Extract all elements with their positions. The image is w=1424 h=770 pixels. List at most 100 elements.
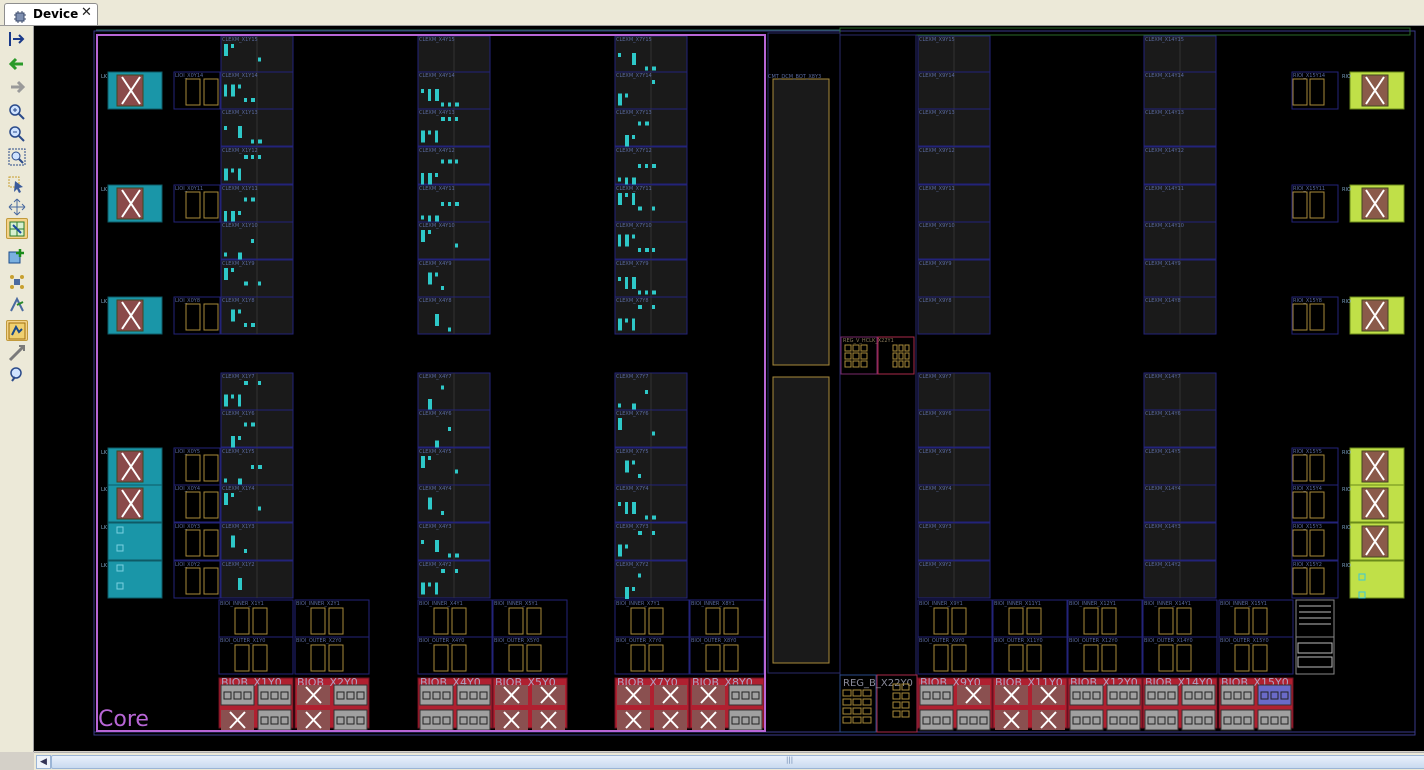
used-slice-cell xyxy=(638,121,641,126)
used-slice-cell xyxy=(258,57,261,62)
clb-tile: CLEXM_X7Y9 xyxy=(614,259,688,298)
clb-tile: CLEXM_X4Y3 xyxy=(417,522,491,561)
used-slice-cell xyxy=(618,502,621,506)
biob-site xyxy=(456,684,491,706)
clb-tile: CLEXM_X1Y13 xyxy=(220,108,294,147)
used-slice-cell xyxy=(421,582,425,595)
clb-tile: CLEXM_X14Y6 xyxy=(1143,409,1217,448)
bioi-inner: BIOI_INNER_X1Y1 xyxy=(218,599,294,638)
autofit-selection-button[interactable] xyxy=(6,28,28,49)
bioi-inner-label: BIOI_INNER_X4Y1 xyxy=(419,601,463,607)
biob-tile: BIOB_X15Y0 xyxy=(1218,676,1294,731)
scrollbar-thumb[interactable] xyxy=(51,755,1424,769)
bioi-outer-logic xyxy=(1252,644,1268,672)
biob-tile: BIOB_X4Y0 xyxy=(417,676,493,731)
next-view-button[interactable] xyxy=(6,76,28,97)
hclk-cell xyxy=(860,360,868,368)
used-slice-cell xyxy=(625,193,628,197)
iob-label: RIO xyxy=(1342,187,1351,193)
used-slice-cell xyxy=(652,290,656,295)
scroll-left-icon[interactable]: ◀ xyxy=(36,755,51,769)
hclk-cell xyxy=(852,352,860,360)
biob-site xyxy=(1181,709,1216,731)
clb-tile: CLEXM_X7Y7 xyxy=(614,372,688,416)
clb-tile: CLEXM_X9Y13 xyxy=(917,108,991,147)
bioi-inner-logic xyxy=(310,607,326,635)
used-slice-cell xyxy=(618,418,622,430)
used-slice-cell xyxy=(441,202,444,206)
ioi-logic xyxy=(1292,191,1308,219)
used-slice-cell xyxy=(224,211,227,223)
previous-view-button[interactable] xyxy=(6,53,28,74)
bioi-edge-box xyxy=(1297,656,1333,668)
biob-site xyxy=(1069,709,1104,731)
clb-tile-label: CLEXM_X14Y12 xyxy=(1145,148,1184,154)
used-slice-cell xyxy=(435,173,438,177)
clb-tile: CLEXM_X1Y14 xyxy=(220,71,294,110)
pan-mode-button[interactable] xyxy=(6,196,28,217)
used-slice-cell xyxy=(638,531,642,535)
used-slice-cell xyxy=(428,582,431,587)
bioi-inner-logic xyxy=(648,607,664,635)
bioi-inner-label: BIOI_INNER_X2Y1 xyxy=(296,601,340,607)
clb-tile: CLEXM_X7Y13 xyxy=(614,108,688,147)
used-slice-cell xyxy=(441,569,445,573)
clb-tile-label: CLEXM_X7Y11 xyxy=(616,186,652,192)
clb-tile: CLEXM_X4Y5 xyxy=(417,447,491,486)
close-icon[interactable]: ✕ xyxy=(81,5,92,20)
clb-tile-label: CLEXM_X9Y3 xyxy=(919,524,952,530)
tab-device[interactable]: Device ✕ xyxy=(4,3,98,25)
bioi-outer-logic xyxy=(328,644,344,672)
show-io-button[interactable] xyxy=(6,320,28,341)
device-bottom-edge xyxy=(93,731,1416,736)
ioi-logic xyxy=(185,78,201,106)
clb-column: CLEXM_X14Y15 CLEXM_X14Y14 CLEXM_X14Y13 CLEX… xyxy=(1143,35,1217,599)
used-slice-cell xyxy=(231,268,234,272)
add-pblock-button[interactable] xyxy=(6,246,28,267)
search-device-button[interactable] xyxy=(6,364,28,385)
bioi-outer-logic xyxy=(1158,644,1174,672)
used-slice-cell xyxy=(435,272,438,277)
clb-tile-label: CLEXM_X9Y6 xyxy=(919,411,952,417)
device-canvas[interactable]: CLEXM_X1Y15 CLEXM_X1Y14 CLEXM_X1Y13 CLEXM_X… xyxy=(34,26,1424,751)
center-reg-tile: REG_B_X22Y0 xyxy=(839,674,918,733)
used-slice-cell xyxy=(428,230,431,234)
bioi-outer: BIOI_OUTER_X5Y0 xyxy=(492,636,568,675)
autoplace-button[interactable] xyxy=(6,294,28,315)
zoom-out-button[interactable] xyxy=(6,123,28,144)
bioi-outer-label: BIOI_OUTER_X14Y0 xyxy=(1144,638,1193,644)
select-mode-button[interactable] xyxy=(6,174,28,195)
place-ports-button[interactable] xyxy=(6,271,28,292)
used-slice-cell xyxy=(455,243,458,248)
bioi-inner: BIOI_INNER_X7Y1 xyxy=(614,599,690,638)
bioi-inner: BIOI_INNER_X14Y1 xyxy=(1142,599,1218,638)
bioi-outer-logic xyxy=(1026,644,1042,672)
clb-tile: CLEXM_X4Y2 xyxy=(417,560,491,599)
biob-tile: BIOB_X2Y0 xyxy=(294,676,370,731)
bioi-outer-logic xyxy=(234,644,250,672)
used-slice-cell xyxy=(632,193,635,205)
reg-cell xyxy=(901,692,910,700)
used-slice-cell xyxy=(632,318,635,331)
ioi-label: RIOI_X15Y4 xyxy=(1293,486,1322,492)
biob-site xyxy=(1106,684,1141,706)
used-slice-cell xyxy=(244,197,247,202)
horizontal-scrollbar[interactable]: ◀ ||| xyxy=(34,752,1424,770)
used-slice-cell xyxy=(224,268,228,280)
bioi-inner-logic xyxy=(252,607,268,635)
device-view[interactable]: CLEXM_X1Y15 CLEXM_X1Y14 CLEXM_X1Y13 CLEXM_X… xyxy=(34,26,1424,751)
clock-region-icon xyxy=(8,344,26,361)
biob-site xyxy=(1220,684,1255,706)
left-iob-tile: LK LIOI_X0Y11 xyxy=(101,184,221,223)
ioi-logic xyxy=(203,454,219,482)
hclk-label: REG_V_HCLK_X22Y1 xyxy=(843,338,894,344)
used-slice-cell xyxy=(224,126,227,130)
clb-tile-label: CLEXM_X9Y9 xyxy=(919,261,952,267)
clb-tile-label: CLEXM_X4Y12 xyxy=(419,148,455,154)
routing-resources-button[interactable] xyxy=(6,218,28,239)
used-slice-cell xyxy=(231,44,234,48)
zoom-fit-button[interactable] xyxy=(6,146,28,167)
zoom-in-button[interactable] xyxy=(6,101,28,122)
clock-region-button[interactable] xyxy=(6,342,28,363)
biob-site xyxy=(1144,684,1179,706)
